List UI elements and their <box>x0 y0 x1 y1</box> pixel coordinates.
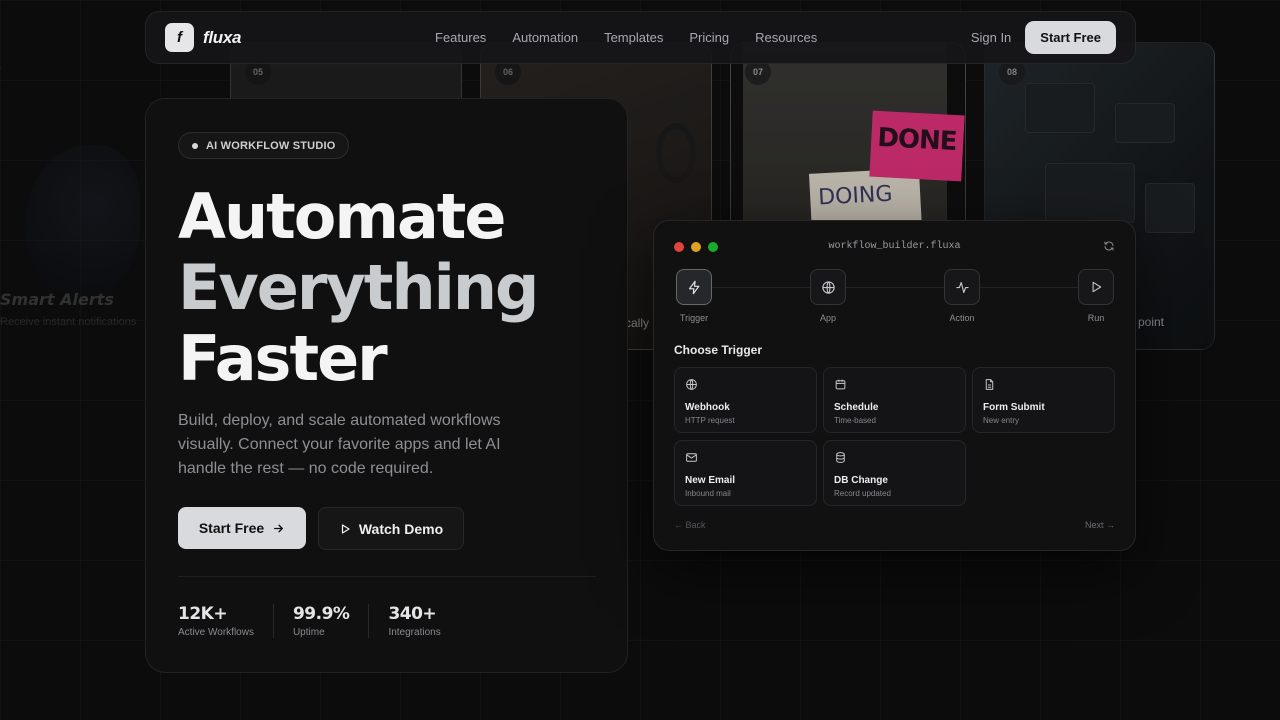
stat-label: Uptime <box>292 627 325 638</box>
workflow-builder-window: workflow_builder.fluxa Trigger App Actio… <box>653 220 1136 551</box>
stat-workflows: 12K+ Active Workflows <box>178 604 274 638</box>
hero-card: AI WORKFLOW STUDIO Automate Everything F… <box>145 98 628 673</box>
section-title: Choose Trigger <box>674 343 763 357</box>
step-action[interactable]: Action <box>937 269 987 323</box>
ghost-feature-card: 04 Smart Alerts Receive instant notifica… <box>0 40 150 360</box>
divider <box>178 576 596 577</box>
globe-icon <box>686 379 697 390</box>
play-icon <box>1092 281 1102 293</box>
watch-demo-label: Watch Demo <box>358 520 444 537</box>
start-free-button[interactable]: Start Free <box>178 507 306 549</box>
trigger-webhook[interactable]: Webhook HTTP request <box>674 367 817 433</box>
trigger-name: Form Submit <box>983 402 1045 413</box>
steps-connector <box>694 287 1098 288</box>
step-label: App <box>819 313 836 323</box>
nav-link-features[interactable]: Features <box>435 30 486 45</box>
nav-link-resources[interactable]: Resources <box>755 30 817 45</box>
trigger-name: Webhook <box>685 402 730 413</box>
stat-value: 340+ <box>388 604 437 624</box>
nav-link-automation[interactable]: Automation <box>512 30 578 45</box>
trigger-db-change[interactable]: DB Change Record updated <box>823 440 966 506</box>
trigger-desc: Inbound mail <box>685 489 731 498</box>
hero-description: Build, deploy, and scale automated workf… <box>178 412 501 477</box>
refresh-icon[interactable] <box>1103 240 1115 252</box>
mail-icon <box>686 453 697 462</box>
start-free-nav-button[interactable]: Start Free <box>1025 21 1116 54</box>
activity-icon <box>955 281 969 293</box>
ghost-card-subtitle: Receive instant notifications <box>0 316 137 328</box>
hero-pill-label: AI WORKFLOW STUDIO <box>206 139 336 152</box>
window-title: workflow_builder.fluxa <box>828 241 961 252</box>
ghost-card-title: Smart Alerts <box>0 290 114 309</box>
dot-icon <box>192 142 198 149</box>
trigger-name: DB Change <box>834 475 888 486</box>
trigger-desc: Time-based <box>834 416 876 425</box>
logo-icon[interactable]: f <box>165 23 194 52</box>
stat-value: 12K+ <box>178 604 228 624</box>
sign-in-link[interactable]: Sign In <box>971 30 1011 45</box>
globe-icon <box>821 280 835 294</box>
document-icon <box>985 379 994 390</box>
stat-value: 99.9% <box>292 604 350 624</box>
start-free-label: Start Free <box>198 520 265 536</box>
trigger-name: Schedule <box>834 402 879 413</box>
stat-integrations: 340+ Integrations <box>388 604 459 638</box>
step-label: Run <box>1087 313 1105 323</box>
arrow-right-icon <box>274 524 284 532</box>
nav-link-pricing[interactable]: Pricing <box>689 30 729 45</box>
step-run[interactable]: Run <box>1071 269 1121 323</box>
step-label: Trigger <box>679 313 709 323</box>
step-app[interactable]: App <box>803 269 853 323</box>
trigger-desc: New entry <box>983 416 1020 425</box>
top-navbar: f fluxa Features Automation Templates Pr… <box>145 11 1136 64</box>
stat-uptime: 99.9% Uptime <box>292 604 370 638</box>
back-button[interactable]: ← Back <box>674 520 706 530</box>
trigger-new-email[interactable]: New Email Inbound mail <box>674 440 817 506</box>
stats-row: 12K+ Active Workflows 99.9% Uptime 340+ … <box>178 604 479 638</box>
trigger-form-submit[interactable]: Form Submit New entry <box>972 367 1115 433</box>
step-trigger[interactable]: Trigger <box>669 269 719 323</box>
trigger-name: New Email <box>685 475 736 486</box>
trigger-desc: HTTP request <box>685 416 735 425</box>
brand-name[interactable]: fluxa <box>203 28 241 48</box>
database-icon <box>836 452 845 463</box>
headline-line-2: Everything <box>178 251 539 324</box>
workflow-steps: Trigger App Action Run <box>676 269 1116 329</box>
nav-link-templates[interactable]: Templates <box>604 30 663 45</box>
bolt-icon <box>688 280 699 294</box>
ghost-card-number: 04 <box>0 62 1 73</box>
play-icon <box>341 523 350 534</box>
next-button[interactable]: Next → <box>1085 520 1115 530</box>
headline-line-1: Automate <box>178 180 506 253</box>
stat-label: Integrations <box>388 627 441 638</box>
hero-headline: Automate Everything Faster <box>178 180 539 395</box>
headline-line-3: Faster <box>178 322 388 395</box>
stat-label: Active Workflows <box>178 627 254 638</box>
hero-pill-badge: AI WORKFLOW STUDIO <box>178 132 350 159</box>
nav-links: Features Automation Templates Pricing Re… <box>435 30 817 45</box>
step-label: Action <box>949 313 975 323</box>
trigger-desc: Record updated <box>834 489 891 498</box>
watch-demo-button[interactable]: Watch Demo <box>318 507 464 550</box>
calendar-icon <box>835 379 846 390</box>
trigger-grid: Webhook HTTP request Schedule Time-based… <box>674 367 1116 506</box>
trigger-schedule[interactable]: Schedule Time-based <box>823 367 966 433</box>
bird-image <box>25 145 140 295</box>
gallery-card-label: cally <box>625 316 650 330</box>
